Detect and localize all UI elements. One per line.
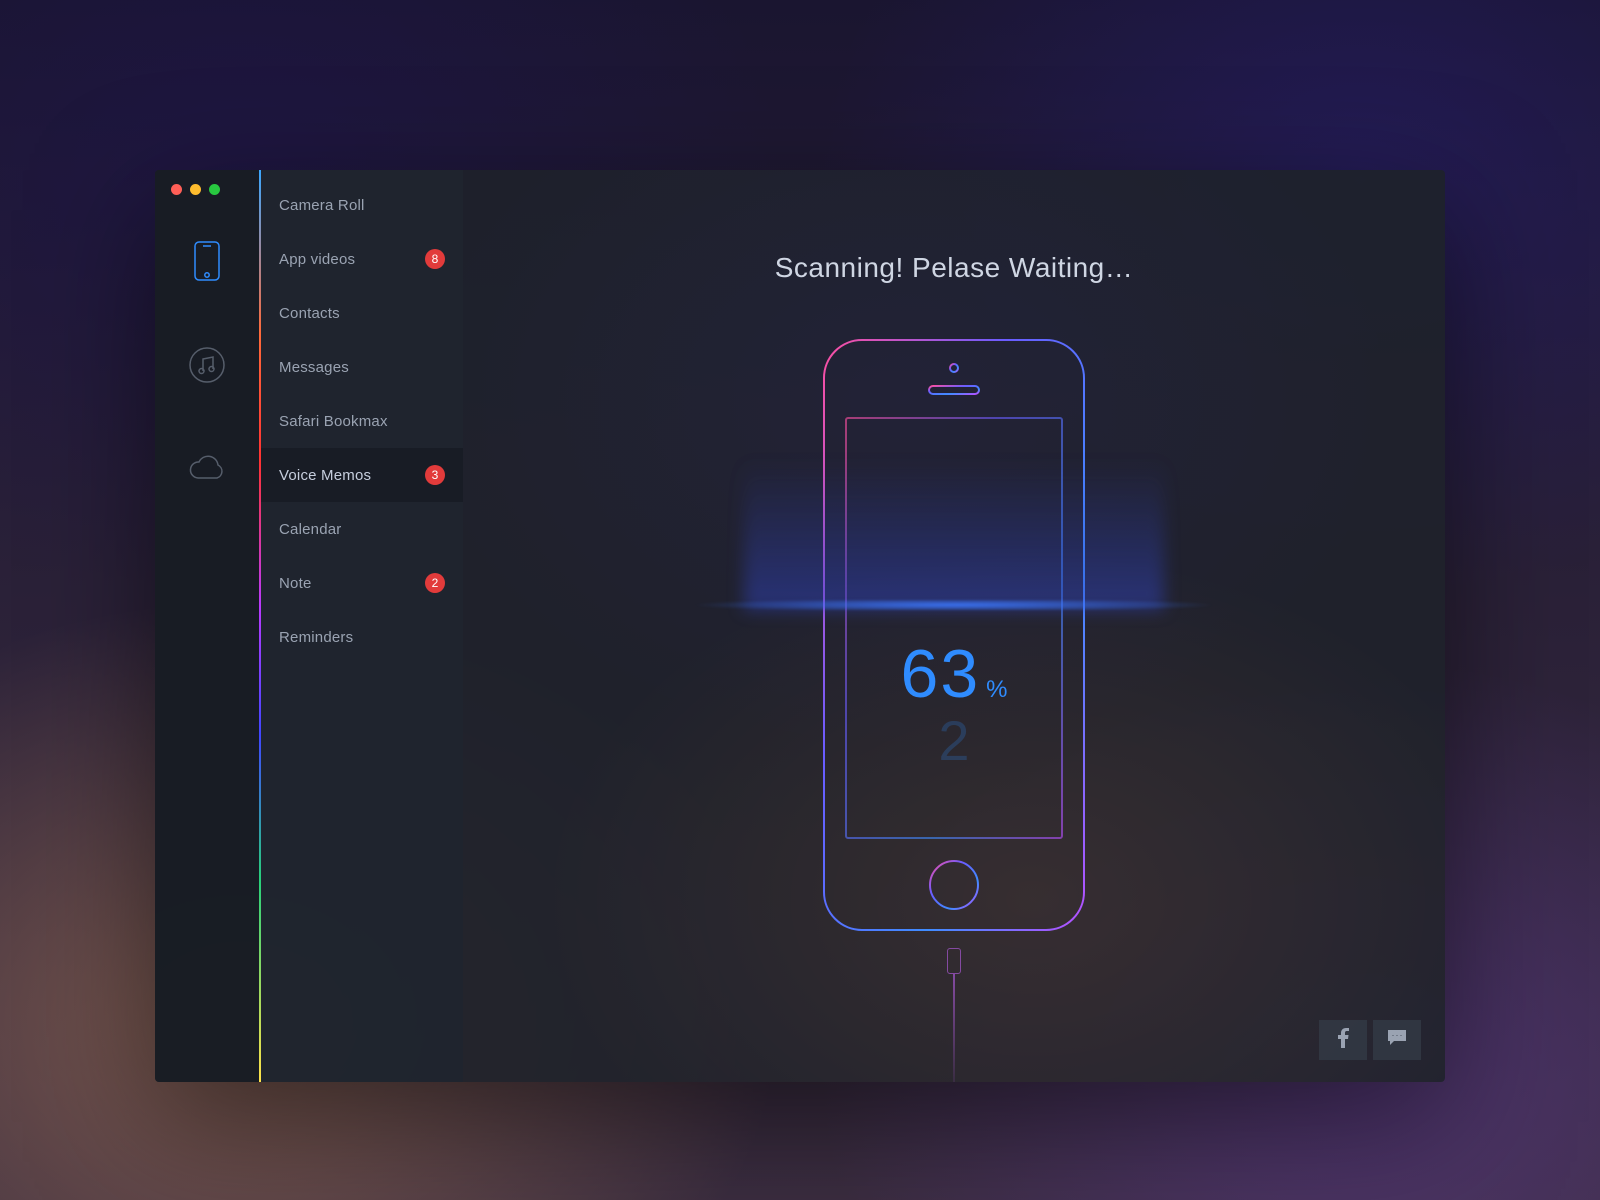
rail-item-device[interactable] [184,240,230,286]
zoom-window-button[interactable] [209,184,220,195]
nav-rail [155,170,259,1082]
category-list: Camera Roll App videos 8 Contacts Messag… [259,170,463,1082]
close-window-button[interactable] [171,184,182,195]
category-item-camera-roll[interactable]: Camera Roll [259,178,463,232]
category-label: Note [279,575,312,592]
category-label: Calendar [279,521,341,538]
category-item-reminders[interactable]: Reminders [259,610,463,664]
badge-count: 3 [425,465,445,485]
phone-icon [193,240,221,287]
scan-percent-ghost: 2 [804,708,1104,773]
scan-percent-symbol: % [986,676,1007,703]
category-item-safari-bookmarks[interactable]: Safari Bookmax [259,394,463,448]
badge-count: 2 [425,573,445,593]
cable-icon [949,948,959,1082]
app-window: Camera Roll App videos 8 Contacts Messag… [155,170,1445,1082]
facebook-icon [1337,1028,1349,1053]
badge-count: 8 [425,249,445,269]
category-label: Camera Roll [279,197,365,214]
category-label: Safari Bookmax [279,413,388,430]
cloud-icon [185,454,229,489]
scan-percent: 63% [804,635,1104,713]
category-label: Reminders [279,629,353,646]
rail-item-music[interactable] [184,344,230,390]
footer-actions [1319,1020,1421,1060]
device-illustration: 63% 2 [804,330,1104,1082]
category-item-messages[interactable]: Messages [259,340,463,394]
category-label: App videos [279,251,355,268]
music-icon [187,345,227,390]
rail-item-cloud[interactable] [184,448,230,494]
share-facebook-button[interactable] [1319,1020,1367,1060]
window-traffic-lights [171,184,220,195]
category-item-calendar[interactable]: Calendar [259,502,463,556]
chat-icon [1387,1029,1407,1052]
minimize-window-button[interactable] [190,184,201,195]
category-label: Messages [279,359,349,376]
category-accent-stripe [259,170,261,1082]
scan-percent-value: 63 [901,636,981,712]
category-item-contacts[interactable]: Contacts [259,286,463,340]
chat-button[interactable] [1373,1020,1421,1060]
category-label: Voice Memos [279,467,371,484]
category-item-note[interactable]: Note 2 [259,556,463,610]
category-label: Contacts [279,305,340,322]
category-item-voice-memos[interactable]: Voice Memos 3 [259,448,463,502]
scan-status-text: Scanning! Pelase Waiting… [463,252,1445,284]
category-item-app-videos[interactable]: App videos 8 [259,232,463,286]
main-content: Scanning! Pelase Waiting… [463,170,1445,1082]
